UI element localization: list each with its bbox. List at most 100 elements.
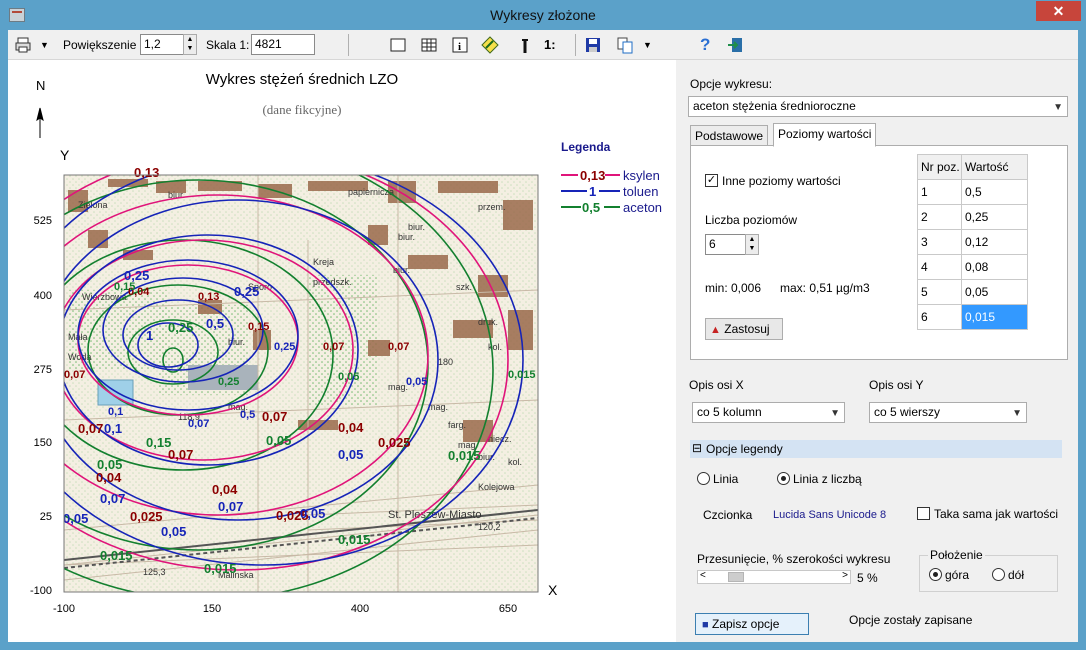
contour-label: 0,07 [388,341,409,353]
contour-label: 0,05 [338,447,363,462]
line-radio[interactable] [697,472,710,485]
scale-tool-button[interactable]: 1: [544,30,556,60]
contour-label: 0,05 [97,457,122,472]
collapse-icon[interactable]: ⊟ [692,441,702,455]
legend-item-aceton: 0,5 aceton [561,200,662,215]
contour-label: 0,5 [240,409,255,421]
line-radio-label: Linia [713,472,739,486]
same-as-values-checkbox[interactable] [917,507,930,520]
font-value[interactable]: Lucida Sans Unicode 8 [773,509,897,521]
contour-label: 0,07 [188,418,209,430]
map-background: Zielona biur. papiernicza biur. przem. W… [64,175,538,592]
save-options-label: Zapisz opcje [712,617,780,631]
chart-options-value: aceton stężenia średnioroczne [693,99,856,113]
save-icon: ■ [702,619,709,631]
contour-label: 0,015 [508,369,536,381]
contour-label: 0,07 [168,447,193,462]
map-label: Kreja [313,257,334,267]
contour-label: 0,25 [168,320,193,335]
application-window: Wykresy złożone ✕ ▼ Powiększenie 1,2 ▲ ▼ … [0,0,1086,650]
offset-slider[interactable]: < > [697,570,851,584]
zoom-input[interactable]: 1,2 [140,34,184,55]
contour-label: 0,015 [100,548,133,563]
toolbar-separator [348,34,349,56]
y-axis-desc-select[interactable]: co 5 wierszy ▼ [869,402,1027,423]
line-number-radio[interactable] [777,472,790,485]
legend-item-toluen: 1 toluen [561,184,658,199]
save-icon[interactable] [584,36,602,54]
contour-label: 0,015 [448,448,481,463]
legend-value: 1 [589,184,596,199]
x-tick-label: 150 [203,603,221,615]
y-tick-label: 25 [40,511,52,523]
print-dropdown-icon[interactable]: ▼ [40,30,49,60]
svg-text:i: i [458,41,461,53]
table-row: 3 0,12 [917,229,1028,255]
position-top-radio[interactable] [929,568,942,581]
frame-icon[interactable] [389,36,407,54]
save-options-button[interactable]: ■ Zapisz opcje [695,613,809,635]
min-value-label: min: 0,006 [705,281,762,295]
level-value-cell[interactable]: 0,5 [961,179,1028,205]
level-value-cell[interactable]: 0,05 [961,279,1028,305]
contour-label: 0,07 [262,409,287,424]
levels-count-stepper[interactable]: ▲ ▼ [745,234,759,255]
map-label: Kolejowa [478,482,515,492]
contour-label: 0,05 [63,511,88,526]
tab-podstawowe[interactable]: Podstawowe [690,125,769,147]
scroll-left-icon[interactable]: < [700,570,706,581]
slider-thumb[interactable] [728,572,744,582]
copy-icon[interactable] [616,36,634,54]
contour-label: 0,05 [338,371,359,383]
chevron-down-icon: ▼ [830,408,840,419]
scroll-right-icon[interactable]: > [842,570,848,581]
x-axis-desc-select[interactable]: co 5 kolumn ▼ [692,402,845,423]
print-icon[interactable] [14,36,32,54]
apply-button[interactable]: ▲ Zastosuj [705,318,783,340]
level-value-cell[interactable]: 0,08 [961,254,1028,280]
level-value-cell[interactable]: 0,015 [961,304,1028,330]
contour-label: 0,1 [108,406,123,418]
zoom-stepper[interactable]: ▲ ▼ [183,34,197,55]
level-value-cell[interactable]: 0,25 [961,204,1028,230]
info-icon[interactable]: i [451,36,469,54]
north-arrow-icon[interactable] [481,36,499,54]
level-number: 5 [917,279,962,305]
levels-tab-panel: ✓ Inne poziomy wartości Liczba poziomów … [690,145,1068,360]
copy-dropdown-icon[interactable]: ▼ [643,30,652,60]
map-label: niecz. [488,434,512,444]
map-label: St. Pleszew-Miasto [388,509,482,521]
x-axis: -100 150 400 650 [53,603,517,615]
north-arrow [36,107,44,138]
contour-label: 0,1 [104,421,122,436]
y-axis: 525 400 275 150 25 -100 [30,215,52,597]
levels-count-input[interactable]: 6 [705,234,747,255]
chart-svg: Wykres stężeń średnich LZO (dane fikcyjn… [30,71,662,615]
map-label: kol. [488,342,502,352]
level-number: 1 [917,179,962,205]
chart-options-select[interactable]: aceton stężenia średnioroczne ▼ [688,96,1068,117]
x-axis-desc-label: Opis osi X [689,378,744,392]
help-button[interactable]: ? [700,30,710,60]
exit-icon[interactable] [727,36,745,54]
close-button[interactable]: ✕ [1036,1,1081,21]
tab-poziomy-wartosci[interactable]: Poziomy wartości [773,123,877,147]
table-row: 1 0,5 [917,179,1028,205]
scale-bar-icon[interactable] [516,36,534,54]
map-label: 120,2 [478,522,501,532]
y-tick-label: 150 [34,437,52,449]
level-value-cell[interactable]: 0,12 [961,229,1028,255]
y-axis-label: Y [60,147,70,163]
other-levels-checkbox[interactable]: ✓ [705,174,718,187]
map-label: 180 [438,357,453,367]
position-bottom-radio[interactable] [992,568,1005,581]
grid-icon[interactable] [420,36,438,54]
same-as-values-label: Taka sama jak wartości [934,507,1059,521]
table-row: 6 0,015 [917,304,1028,330]
chart-options-label: Opcje wykresu: [690,77,773,91]
legend-options-section[interactable]: ⊟ Opcje legendy [690,440,1062,458]
title-bar: Wykresy złożone ✕ [0,0,1086,30]
scale-input[interactable]: 4821 [251,34,315,55]
font-label: Czcionka [703,508,753,522]
x-axis-label: X [548,582,558,598]
